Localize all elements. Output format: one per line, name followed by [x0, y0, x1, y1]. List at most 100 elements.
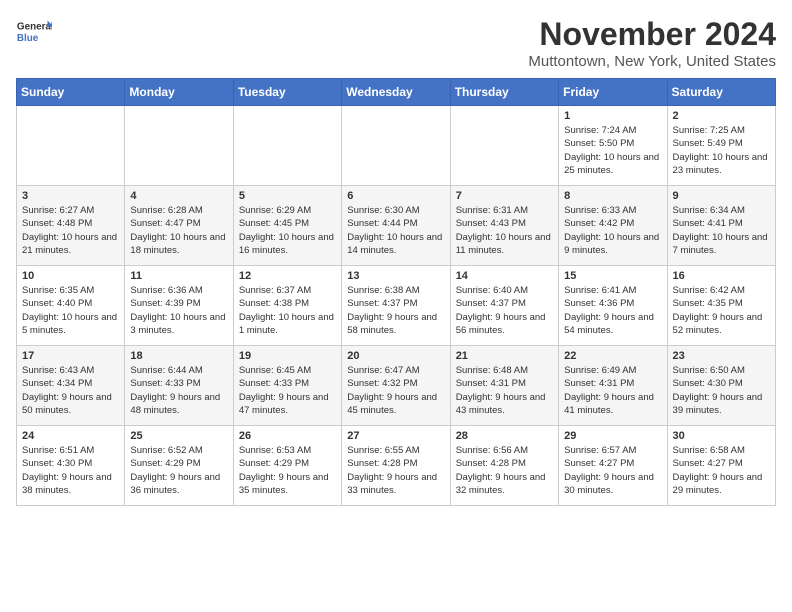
- subtitle: Muttontown, New York, United States: [528, 53, 776, 70]
- day-info: Sunrise: 6:29 AM Sunset: 4:45 PM Dayligh…: [239, 204, 336, 257]
- day-number: 1: [564, 110, 661, 122]
- day-number: 24: [22, 430, 119, 442]
- day-info: Sunrise: 6:53 AM Sunset: 4:29 PM Dayligh…: [239, 444, 336, 497]
- day-info: Sunrise: 6:51 AM Sunset: 4:30 PM Dayligh…: [22, 444, 119, 497]
- day-number: 21: [456, 350, 553, 362]
- day-info: Sunrise: 6:27 AM Sunset: 4:48 PM Dayligh…: [22, 204, 119, 257]
- day-number: 29: [564, 430, 661, 442]
- day-info: Sunrise: 6:35 AM Sunset: 4:40 PM Dayligh…: [22, 284, 119, 337]
- calendar-cell: 16Sunrise: 6:42 AM Sunset: 4:35 PM Dayli…: [667, 266, 775, 346]
- calendar-cell: 29 Sunrise: 6:57 AM Sunset: 4:27 PM Dayli…: [559, 426, 667, 506]
- day-number: 23: [673, 350, 770, 362]
- header-cell-wednesday: Wednesday: [342, 79, 450, 106]
- header-cell-tuesday: Tuesday: [233, 79, 341, 106]
- day-info: Sunrise: 6:44 AM Sunset: 4:33 PM Dayligh…: [130, 364, 227, 417]
- calendar-cell: 10 Sunrise: 6:35 AM Sunset: 4:40 PM Dayli…: [17, 266, 125, 346]
- day-info: Sunrise: 6:50 AM Sunset: 4:30 PM Dayligh…: [673, 364, 770, 417]
- logo: General Blue: [16, 16, 56, 52]
- day-info: Sunrise: 7:24 AM Sunset: 5:50 PM Dayligh…: [564, 124, 661, 177]
- calendar-cell: 4 Sunrise: 6:28 AM Sunset: 4:47 PM Daylig…: [125, 186, 233, 266]
- title-block: November 2024 Muttontown, New York, Unit…: [528, 16, 776, 70]
- calendar-cell: 25Sunrise: 6:52 AM Sunset: 4:29 PM Dayli…: [125, 426, 233, 506]
- day-number: 19: [239, 350, 336, 362]
- svg-text:Blue: Blue: [17, 33, 39, 44]
- header-cell-saturday: Saturday: [667, 79, 775, 106]
- calendar-cell: 2Sunrise: 7:25 AM Sunset: 5:49 PM Daylig…: [667, 106, 775, 186]
- calendar-cell: [450, 106, 558, 186]
- day-number: 12: [239, 270, 336, 282]
- calendar-cell: 9 Sunrise: 6:34 AM Sunset: 4:41 PM Daylig…: [667, 186, 775, 266]
- calendar-body: 1 Sunrise: 7:24 AM Sunset: 5:50 PM Daylig…: [17, 106, 776, 506]
- calendar-cell: 17Sunrise: 6:43 AM Sunset: 4:34 PM Dayli…: [17, 346, 125, 426]
- week-row-4: 17Sunrise: 6:43 AM Sunset: 4:34 PM Dayli…: [17, 346, 776, 426]
- calendar-cell: 1 Sunrise: 7:24 AM Sunset: 5:50 PM Daylig…: [559, 106, 667, 186]
- calendar-cell: 26 Sunrise: 6:53 AM Sunset: 4:29 PM Dayli…: [233, 426, 341, 506]
- page-header: General Blue November 2024 Muttontown, N…: [16, 16, 776, 70]
- day-info: Sunrise: 6:48 AM Sunset: 4:31 PM Dayligh…: [456, 364, 553, 417]
- day-info: Sunrise: 6:45 AM Sunset: 4:33 PM Dayligh…: [239, 364, 336, 417]
- day-info: Sunrise: 6:38 AM Sunset: 4:37 PM Dayligh…: [347, 284, 444, 337]
- calendar-cell: 8Sunrise: 6:33 AM Sunset: 4:42 PM Daylig…: [559, 186, 667, 266]
- day-info: Sunrise: 6:34 AM Sunset: 4:41 PM Dayligh…: [673, 204, 770, 257]
- day-info: Sunrise: 6:58 AM Sunset: 4:27 PM Dayligh…: [673, 444, 770, 497]
- week-row-5: 24 Sunrise: 6:51 AM Sunset: 4:30 PM Dayli…: [17, 426, 776, 506]
- day-number: 20: [347, 350, 444, 362]
- day-number: 10: [22, 270, 119, 282]
- day-info: Sunrise: 6:33 AM Sunset: 4:42 PM Dayligh…: [564, 204, 661, 257]
- calendar-cell: 15Sunrise: 6:41 AM Sunset: 4:36 PM Dayli…: [559, 266, 667, 346]
- day-info: Sunrise: 6:40 AM Sunset: 4:37 PM Dayligh…: [456, 284, 553, 337]
- header-row: SundayMondayTuesdayWednesdayThursdayFrid…: [17, 79, 776, 106]
- day-number: 13: [347, 270, 444, 282]
- calendar-cell: [233, 106, 341, 186]
- day-info: Sunrise: 6:37 AM Sunset: 4:38 PM Dayligh…: [239, 284, 336, 337]
- week-row-3: 10 Sunrise: 6:35 AM Sunset: 4:40 PM Dayli…: [17, 266, 776, 346]
- header-cell-friday: Friday: [559, 79, 667, 106]
- day-info: Sunrise: 6:57 AM Sunset: 4:27 PM Dayligh…: [564, 444, 661, 497]
- header-cell-monday: Monday: [125, 79, 233, 106]
- calendar-cell: 11 Sunrise: 6:36 AM Sunset: 4:39 PM Dayli…: [125, 266, 233, 346]
- main-title: November 2024: [528, 16, 776, 53]
- calendar-cell: 19 Sunrise: 6:45 AM Sunset: 4:33 PM Dayli…: [233, 346, 341, 426]
- calendar-cell: 12 Sunrise: 6:37 AM Sunset: 4:38 PM Dayli…: [233, 266, 341, 346]
- day-number: 22: [564, 350, 661, 362]
- day-number: 28: [456, 430, 553, 442]
- calendar-cell: 28 Sunrise: 6:56 AM Sunset: 4:28 PM Dayli…: [450, 426, 558, 506]
- day-info: Sunrise: 6:36 AM Sunset: 4:39 PM Dayligh…: [130, 284, 227, 337]
- calendar-cell: 20 Sunrise: 6:47 AM Sunset: 4:32 PM Dayli…: [342, 346, 450, 426]
- svg-text:General: General: [17, 22, 52, 33]
- day-info: Sunrise: 6:30 AM Sunset: 4:44 PM Dayligh…: [347, 204, 444, 257]
- day-info: Sunrise: 6:55 AM Sunset: 4:28 PM Dayligh…: [347, 444, 444, 497]
- calendar-cell: 6 Sunrise: 6:30 AM Sunset: 4:44 PM Daylig…: [342, 186, 450, 266]
- day-number: 25: [130, 430, 227, 442]
- calendar-cell: 21 Sunrise: 6:48 AM Sunset: 4:31 PM Dayli…: [450, 346, 558, 426]
- calendar-cell: 14Sunrise: 6:40 AM Sunset: 4:37 PM Dayli…: [450, 266, 558, 346]
- calendar-cell: 27Sunrise: 6:55 AM Sunset: 4:28 PM Dayli…: [342, 426, 450, 506]
- day-number: 9: [673, 190, 770, 202]
- calendar-cell: 13 Sunrise: 6:38 AM Sunset: 4:37 PM Dayli…: [342, 266, 450, 346]
- day-info: Sunrise: 6:28 AM Sunset: 4:47 PM Dayligh…: [130, 204, 227, 257]
- day-number: 26: [239, 430, 336, 442]
- calendar-cell: 30 Sunrise: 6:58 AM Sunset: 4:27 PM Dayli…: [667, 426, 775, 506]
- day-number: 30: [673, 430, 770, 442]
- day-info: Sunrise: 7:25 AM Sunset: 5:49 PM Dayligh…: [673, 124, 770, 177]
- day-info: Sunrise: 6:43 AM Sunset: 4:34 PM Dayligh…: [22, 364, 119, 417]
- calendar-cell: 7 Sunrise: 6:31 AM Sunset: 4:43 PM Daylig…: [450, 186, 558, 266]
- day-info: Sunrise: 6:56 AM Sunset: 4:28 PM Dayligh…: [456, 444, 553, 497]
- calendar-cell: [125, 106, 233, 186]
- day-number: 6: [347, 190, 444, 202]
- day-number: 3: [22, 190, 119, 202]
- calendar-cell: 22Sunrise: 6:49 AM Sunset: 4:31 PM Dayli…: [559, 346, 667, 426]
- day-number: 18: [130, 350, 227, 362]
- week-row-1: 1 Sunrise: 7:24 AM Sunset: 5:50 PM Daylig…: [17, 106, 776, 186]
- week-row-2: 3 Sunrise: 6:27 AM Sunset: 4:48 PM Daylig…: [17, 186, 776, 266]
- day-info: Sunrise: 6:42 AM Sunset: 4:35 PM Dayligh…: [673, 284, 770, 337]
- calendar-cell: [17, 106, 125, 186]
- header-cell-sunday: Sunday: [17, 79, 125, 106]
- day-info: Sunrise: 6:47 AM Sunset: 4:32 PM Dayligh…: [347, 364, 444, 417]
- header-cell-thursday: Thursday: [450, 79, 558, 106]
- day-info: Sunrise: 6:31 AM Sunset: 4:43 PM Dayligh…: [456, 204, 553, 257]
- day-number: 11: [130, 270, 227, 282]
- day-number: 4: [130, 190, 227, 202]
- day-number: 7: [456, 190, 553, 202]
- day-info: Sunrise: 6:41 AM Sunset: 4:36 PM Dayligh…: [564, 284, 661, 337]
